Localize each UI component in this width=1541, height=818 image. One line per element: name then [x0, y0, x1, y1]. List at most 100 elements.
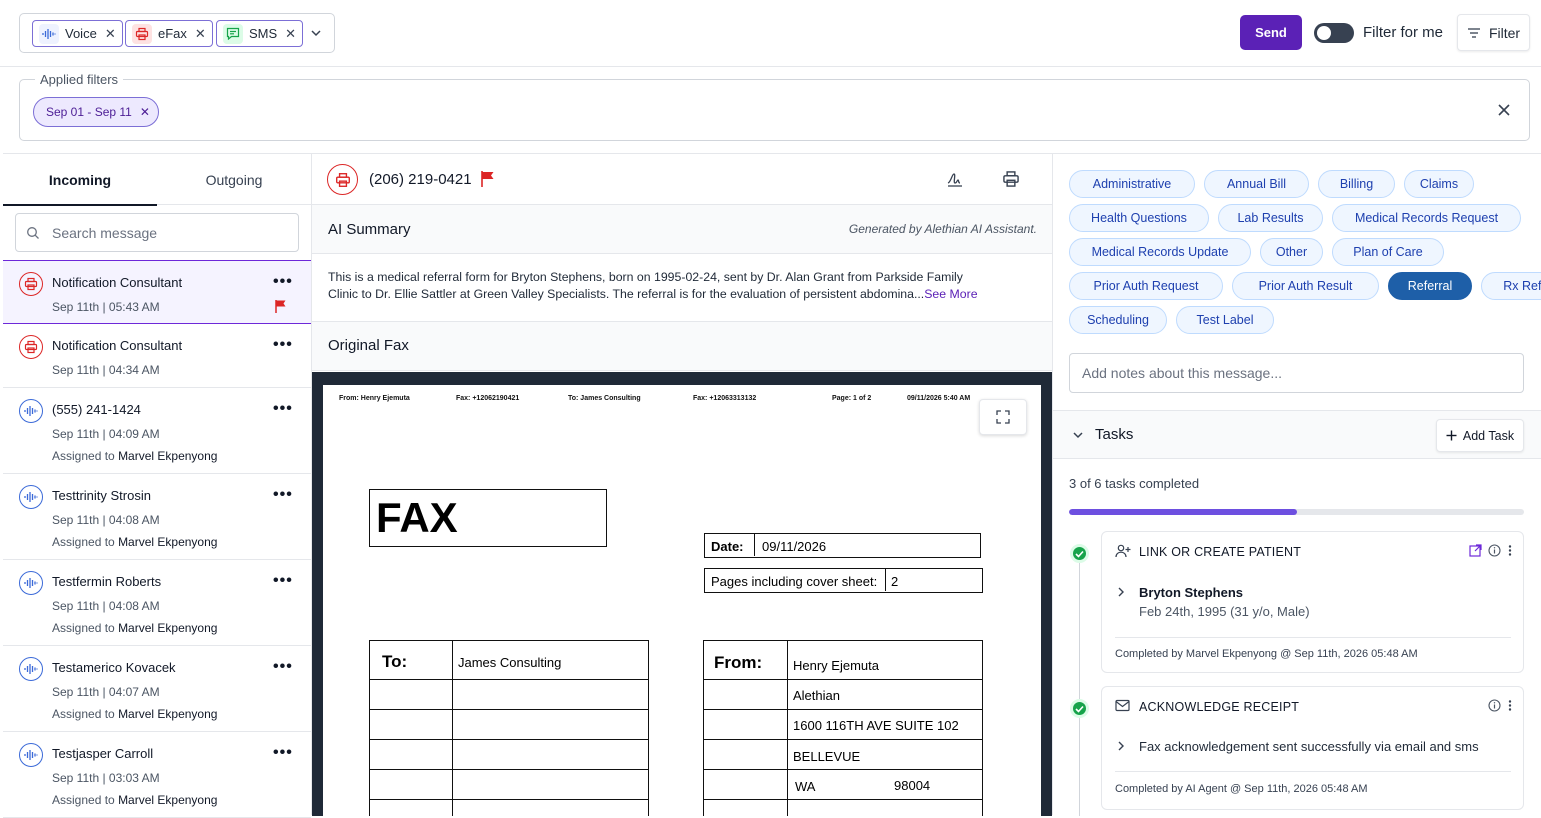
patient-dob: Feb 24th, 1995 (31 y/o, Male) [1139, 604, 1310, 619]
more-options-icon[interactable]: ••• [273, 486, 293, 504]
expand-button[interactable] [979, 399, 1027, 435]
assigned-prefix: Assigned to [52, 621, 115, 635]
label-chip[interactable]: Test Label [1176, 306, 1274, 334]
label-chip[interactable]: Medical Records Update [1069, 238, 1251, 266]
channel-chip-voice[interactable]: Voice ✕ [32, 20, 123, 47]
fax-viewer[interactable]: From: Henry Ejemuta Fax: +12062190421 To… [312, 372, 1052, 816]
more-vertical-icon[interactable] [1507, 699, 1513, 712]
see-more-link[interactable]: See More [924, 287, 977, 301]
label-chip[interactable]: Plan of Care [1332, 238, 1444, 266]
print-icon[interactable] [1002, 170, 1020, 188]
date-range-chip[interactable]: Sep 01 - Sep 11 ✕ [33, 97, 159, 127]
signature-icon[interactable] [946, 170, 964, 188]
label-chip[interactable]: Scheduling [1069, 306, 1167, 334]
add-task-label: Add Task [1462, 428, 1515, 443]
task-card-link-patient[interactable]: LINK OR CREATE PATIENT Bryton Stephens F… [1101, 531, 1524, 673]
grid-line [452, 641, 453, 816]
message-item[interactable]: Testamerico Kovacek Sep 11th | 04:07 AM As… [3, 646, 311, 732]
label-chip[interactable]: Administrative [1069, 170, 1195, 198]
message-item[interactable]: Testjasper Carroll Sep 11th | 03:03 AM Ass… [3, 732, 311, 818]
info-icon[interactable] [1488, 544, 1501, 557]
task-completed-by: Completed by Marvel Ekpenyong @ Sep 11th… [1115, 648, 1418, 660]
more-options-icon[interactable]: ••• [273, 658, 293, 676]
ai-summary-line-text: Clinic to Dr. Ellie Sattler at Green Val… [328, 287, 925, 301]
assignee-name: Marvel Ekpenyong [118, 621, 218, 635]
remove-chip-icon[interactable]: ✕ [285, 26, 296, 42]
search-message-input[interactable]: Search message [15, 213, 299, 252]
grid-line [370, 799, 648, 800]
chevron-right-icon[interactable] [1117, 587, 1125, 597]
label-chip[interactable]: Referral [1388, 272, 1472, 300]
task-card-acknowledge[interactable]: ACKNOWLEDGE RECEIPT Fax acknowledgement … [1101, 686, 1524, 810]
chevron-down-icon[interactable] [1071, 428, 1085, 442]
fax-from-line: BELLEVUE [793, 749, 861, 764]
remove-chip-icon[interactable]: ✕ [195, 26, 206, 42]
label-chip[interactable]: Annual Bill [1204, 170, 1309, 198]
label-chip[interactable]: Prior Auth Request [1069, 272, 1223, 300]
tab-outgoing[interactable]: Outgoing [157, 154, 311, 205]
assigned-prefix: Assigned to [52, 449, 115, 463]
printer-icon [19, 272, 43, 296]
info-icon[interactable] [1488, 699, 1501, 712]
more-options-icon[interactable]: ••• [273, 400, 293, 418]
send-button[interactable]: Send [1240, 15, 1302, 50]
label-chip[interactable]: Other [1260, 238, 1323, 266]
tasks-header[interactable]: Tasks Add Task [1053, 410, 1541, 459]
flag-icon[interactable] [274, 299, 288, 314]
patient-name: Bryton Stephens [1139, 585, 1244, 600]
assigned-prefix: Assigned to [52, 535, 115, 549]
label-chip[interactable]: Prior Auth Result [1232, 272, 1379, 300]
waveform-icon [19, 657, 43, 681]
filter-button[interactable]: Filter [1457, 14, 1530, 51]
clear-filters-icon[interactable] [1496, 102, 1512, 118]
message-header: (206) 219-0421 [312, 154, 1052, 205]
assigned-prefix: Assigned to [52, 793, 115, 807]
add-task-button[interactable]: Add Task [1436, 419, 1524, 452]
tab-incoming[interactable]: Incoming [3, 154, 157, 206]
channel-chip-efax[interactable]: eFax ✕ [125, 20, 213, 47]
message-item[interactable]: (555) 241-1424 Sep 11th | 04:09 AM Assigne… [3, 388, 311, 474]
external-link-icon[interactable] [1469, 544, 1482, 557]
fax-page: From: Henry Ejemuta Fax: +12062190421 To… [323, 385, 1041, 816]
tasks-title: Tasks [1095, 426, 1134, 443]
remove-chip-icon[interactable]: ✕ [140, 105, 150, 119]
filter-icon [1467, 27, 1480, 38]
divider [754, 534, 755, 556]
grid-line [704, 739, 982, 740]
assignee-name: Marvel Ekpenyong [118, 449, 218, 463]
chevron-right-icon[interactable] [1117, 741, 1125, 751]
message-sender: Testamerico Kovacek [52, 660, 176, 675]
label-chip[interactable]: Rx Refill [1481, 272, 1541, 300]
message-item[interactable]: Testtrinity Strosin Sep 11th | 04:08 AM As… [3, 474, 311, 560]
chevron-down-icon[interactable] [307, 24, 325, 42]
message-item[interactable]: Notification Consultant Sep 11th | 04:34 … [3, 324, 311, 388]
channel-select[interactable]: Voice ✕ eFax ✕ SMS ✕ [19, 13, 335, 53]
notes-input[interactable]: Add notes about this message... [1069, 353, 1524, 393]
more-options-icon[interactable]: ••• [273, 572, 293, 590]
label-chip[interactable]: Medical Records Request [1332, 204, 1521, 232]
filter-for-me-toggle[interactable] [1314, 23, 1354, 43]
fax-pages-label: Pages including cover sheet: [711, 574, 878, 589]
more-options-icon[interactable]: ••• [273, 336, 293, 354]
label-chip[interactable]: Billing [1318, 170, 1395, 198]
label-chip[interactable]: Claims [1404, 170, 1474, 198]
message-list-panel: Incoming Outgoing Search message Notific… [3, 153, 312, 818]
task-progress-text: 3 of 6 tasks completed [1069, 476, 1200, 491]
message-item[interactable]: Notification Consultant Sep 11th | 05:43 … [3, 260, 311, 324]
more-options-icon[interactable]: ••• [273, 273, 293, 291]
more-options-icon[interactable]: ••• [273, 744, 293, 762]
task-completed-by: Completed by AI Agent @ Sep 11th, 2026 0… [1115, 783, 1368, 795]
remove-chip-icon[interactable]: ✕ [105, 26, 116, 42]
label-chip[interactable]: Lab Results [1218, 204, 1323, 232]
chat-icon [223, 23, 243, 44]
message-item[interactable]: Testfermin Roberts Sep 11th | 04:08 AM Ass… [3, 560, 311, 646]
label-chip[interactable]: Health Questions [1069, 204, 1209, 232]
more-vertical-icon[interactable] [1507, 544, 1513, 557]
task-progress-fill [1069, 509, 1297, 515]
ai-summary-line: Clinic to Dr. Ellie Sattler at Green Val… [328, 286, 1037, 303]
task-detail: Fax acknowledgement sent successfully vi… [1139, 739, 1479, 754]
channel-chip-sms[interactable]: SMS ✕ [216, 20, 304, 47]
flag-icon[interactable] [480, 170, 496, 188]
search-icon [27, 226, 39, 239]
ai-summary-title: AI Summary [328, 221, 411, 238]
